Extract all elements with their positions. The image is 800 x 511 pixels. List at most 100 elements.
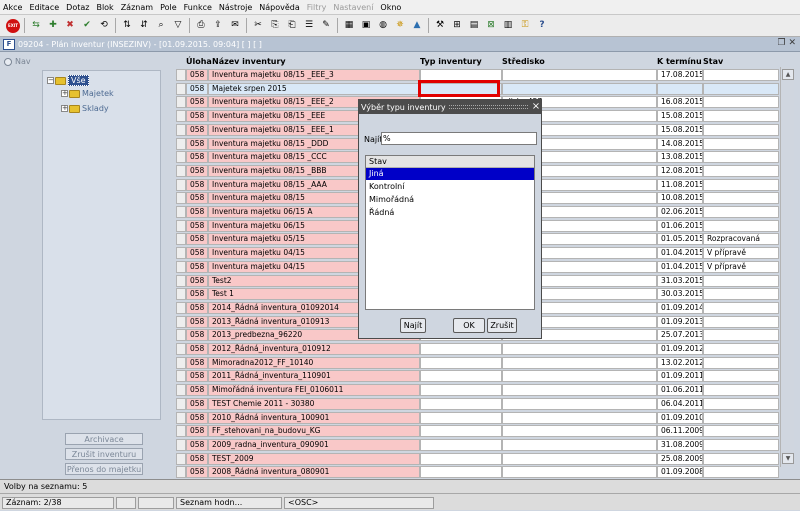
name-cell[interactable]: Majetek srpen 2015: [208, 82, 420, 95]
status-cell[interactable]: [703, 370, 779, 383]
name-cell[interactable]: 2008_Řádná inventura_080901: [208, 466, 420, 479]
status-cell[interactable]: [703, 96, 779, 109]
menu-item[interactable]: Okno: [380, 3, 401, 12]
nav-toggle[interactable]: Nav: [4, 57, 31, 66]
status-cell[interactable]: [703, 301, 779, 314]
type-cell[interactable]: [420, 425, 502, 438]
due-date-cell[interactable]: 01.09.2011: [657, 370, 703, 383]
task-cell[interactable]: 058: [186, 370, 208, 383]
table-row[interactable]: 058 2008_Řádná inventura_080901 01.09.2008: [176, 466, 780, 479]
status-cell[interactable]: [703, 438, 779, 451]
status-cell[interactable]: [703, 137, 779, 150]
status-cell[interactable]: [703, 397, 779, 410]
status-cell[interactable]: [703, 151, 779, 164]
type-cell[interactable]: [420, 466, 502, 479]
type-cell[interactable]: [420, 384, 502, 397]
due-date-cell[interactable]: 01.05.2015: [657, 233, 703, 246]
insert-record-icon[interactable]: ✚: [46, 19, 60, 33]
table-row[interactable]: 058 2010_Řádná inventura_100901 01.09.2010: [176, 411, 780, 424]
window-icon[interactable]: ▣: [359, 19, 373, 33]
menu-item[interactable]: Filtry: [307, 3, 327, 12]
name-cell[interactable]: 2009_radna_inventura_090901: [208, 438, 420, 451]
status-cell[interactable]: [703, 466, 779, 479]
status-cell[interactable]: [703, 411, 779, 424]
task-cell[interactable]: 058: [186, 452, 208, 465]
status-cell[interactable]: [703, 343, 779, 355]
name-cell[interactable]: TEST_2009: [208, 452, 420, 465]
task-cell[interactable]: 058: [186, 219, 208, 232]
delete-record-icon[interactable]: ✖: [63, 19, 77, 33]
task-cell[interactable]: 058: [186, 123, 208, 136]
table-row[interactable]: 058 2009_radna_inventura_090901 31.08.2009: [176, 438, 780, 451]
status-cell[interactable]: [703, 274, 779, 287]
due-date-cell[interactable]: 30.03.2015: [657, 288, 703, 301]
sort-asc-icon[interactable]: ⇅: [120, 19, 134, 33]
ok-button[interactable]: OK: [453, 318, 485, 333]
help-icon[interactable]: ?: [535, 19, 549, 33]
task-cell[interactable]: 058: [186, 192, 208, 205]
list-icon[interactable]: ☰: [302, 19, 316, 33]
menu-item[interactable]: Nastavení: [333, 3, 373, 12]
status-cell[interactable]: [703, 192, 779, 205]
type-cell[interactable]: [420, 411, 502, 424]
cancel-inventory-button[interactable]: Zrušit inventuru: [65, 448, 143, 460]
name-cell[interactable]: FF_stehovani_na_budovu_KG: [208, 425, 420, 438]
due-date-cell[interactable]: 25.08.2009: [657, 452, 703, 465]
due-date-cell[interactable]: 01.06.2011: [657, 384, 703, 397]
status-cell[interactable]: [703, 123, 779, 136]
tree-node-all[interactable]: − Vše: [47, 75, 89, 86]
export-icon[interactable]: ⇪: [211, 19, 225, 33]
menu-item[interactable]: Dotaz: [66, 3, 89, 12]
edit-icon[interactable]: ✎: [319, 19, 333, 33]
task-cell[interactable]: 058: [186, 206, 208, 218]
task-cell[interactable]: 058: [186, 356, 208, 369]
menu-item[interactable]: Funkce: [184, 3, 212, 12]
task-cell[interactable]: 058: [186, 425, 208, 438]
filter-icon[interactable]: ▽: [171, 19, 185, 33]
center-cell[interactable]: [502, 69, 657, 81]
paste-icon[interactable]: ⎗: [285, 19, 299, 33]
due-date-cell[interactable]: 01.09.2008: [657, 466, 703, 479]
task-cell[interactable]: 058: [186, 110, 208, 123]
list-item[interactable]: Řádná: [366, 207, 534, 219]
status-cell[interactable]: [703, 452, 779, 465]
status-cell[interactable]: [703, 288, 779, 301]
search-icon[interactable]: ⌕: [154, 19, 168, 33]
menu-item[interactable]: Nápověda: [259, 3, 300, 12]
due-date-cell[interactable]: 13.02.2012: [657, 356, 703, 369]
task-cell[interactable]: 058: [186, 315, 208, 328]
status-cell[interactable]: [703, 69, 779, 81]
transfer-to-assets-button[interactable]: Přenos do majetku: [65, 463, 143, 475]
tree-node-majetek[interactable]: + Majetek: [61, 89, 114, 98]
due-date-cell[interactable]: 06.04.2011: [657, 397, 703, 410]
find-input[interactable]: %: [381, 132, 537, 145]
name-cell[interactable]: Mimořádná inventura FEI_0106011: [208, 384, 420, 397]
scroll-down-icon[interactable]: ▼: [782, 453, 794, 464]
task-cell[interactable]: 058: [186, 274, 208, 287]
list-item[interactable]: Kontrolní: [366, 181, 534, 193]
menu-item[interactable]: Pole: [160, 3, 177, 12]
due-date-cell[interactable]: 17.08.2015: [657, 69, 703, 81]
task-cell[interactable]: 058: [186, 247, 208, 260]
due-date-cell[interactable]: 11.08.2015: [657, 178, 703, 191]
status-cell[interactable]: [703, 206, 779, 218]
task-cell[interactable]: 058: [186, 82, 208, 95]
table-row[interactable]: 058 2011_Řádná_inventura_110901 01.09.2011: [176, 370, 780, 383]
center-cell[interactable]: [502, 343, 657, 355]
center-cell[interactable]: [502, 466, 657, 479]
due-date-cell[interactable]: [657, 82, 703, 95]
status-cell[interactable]: [703, 110, 779, 123]
type-cell[interactable]: [420, 438, 502, 451]
scroll-up-icon[interactable]: ▲: [782, 69, 794, 80]
archive-button[interactable]: Archivace: [65, 433, 143, 445]
name-cell[interactable]: 2012_Řádná_inventura_010912: [208, 343, 420, 355]
status-cell[interactable]: [703, 384, 779, 397]
cut-icon[interactable]: ✂: [251, 19, 265, 33]
due-date-cell[interactable]: 01.04.2015: [657, 260, 703, 273]
type-cell[interactable]: [420, 397, 502, 410]
expand-icon[interactable]: +: [61, 105, 68, 112]
status-cell[interactable]: [703, 164, 779, 177]
commit-icon[interactable]: ✔: [80, 19, 94, 33]
status-cell[interactable]: V přípravě: [703, 260, 779, 273]
status-cell[interactable]: V přípravě: [703, 247, 779, 260]
